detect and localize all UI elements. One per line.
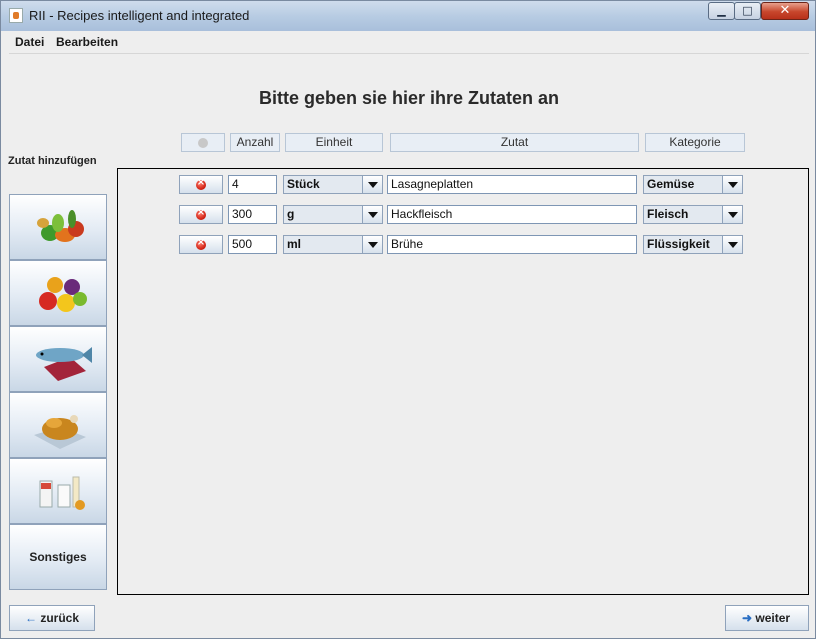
remove-row-button[interactable] bbox=[179, 175, 223, 194]
ingredient-field[interactable]: Lasagneplatten bbox=[387, 175, 637, 194]
chevron-down-icon[interactable] bbox=[722, 206, 742, 223]
category-select[interactable]: Fleisch bbox=[643, 205, 743, 224]
page-heading: Bitte geben sie hier ihre Zutaten an bbox=[258, 88, 560, 108]
category-select-value: Flüssigkeit bbox=[647, 237, 710, 251]
category-sonstiges-label: Sonstiges bbox=[29, 550, 87, 564]
category-sonstiges-button[interactable]: Sonstiges bbox=[9, 524, 107, 590]
category-select[interactable]: Gemüse bbox=[643, 175, 743, 194]
column-header-einheit: Einheit bbox=[285, 133, 383, 152]
unit-select-value: Stück bbox=[287, 177, 320, 191]
fruit-icon bbox=[39, 277, 87, 312]
quantity-field[interactable]: 500 bbox=[228, 235, 277, 254]
quantity-field[interactable]: 300 bbox=[228, 205, 277, 224]
chevron-down-icon[interactable] bbox=[362, 206, 382, 223]
next-button-label: weiter bbox=[755, 611, 791, 625]
category-fish-meat-button[interactable] bbox=[9, 326, 107, 392]
column-header-zutat: Zutat bbox=[390, 133, 639, 152]
drinks-dairy-icon bbox=[39, 476, 85, 510]
unit-select[interactable]: g bbox=[283, 205, 383, 224]
chevron-down-icon[interactable] bbox=[722, 176, 742, 193]
category-select-value: Gemüse bbox=[647, 177, 695, 191]
unit-select[interactable]: ml bbox=[283, 235, 383, 254]
remove-row-button[interactable] bbox=[179, 235, 223, 254]
category-vegetables-button[interactable] bbox=[9, 194, 107, 260]
next-button[interactable]: ➜ weiter bbox=[725, 605, 809, 631]
app-window: RII - Recipes intelligent and integrated… bbox=[0, 0, 816, 639]
minimize-button[interactable]: ▁ bbox=[708, 2, 735, 20]
ingredients-panel bbox=[117, 168, 809, 595]
category-fruit-button[interactable] bbox=[9, 260, 107, 326]
back-button[interactable]: ← zurück bbox=[9, 605, 95, 631]
unit-select[interactable]: Stück bbox=[283, 175, 383, 194]
unit-select-value: g bbox=[287, 207, 295, 221]
column-header-kategorie: Kategorie bbox=[645, 133, 745, 152]
remove-row-button[interactable] bbox=[179, 205, 223, 224]
category-select[interactable]: Flüssigkeit bbox=[643, 235, 743, 254]
quantity-field[interactable]: 4 bbox=[228, 175, 277, 194]
ingredient-field[interactable]: Brühe bbox=[387, 235, 637, 254]
title-bar: RII - Recipes intelligent and integrated… bbox=[1, 1, 815, 31]
chevron-down-icon[interactable] bbox=[362, 236, 382, 253]
back-button-label: zurück bbox=[40, 611, 80, 625]
close-button[interactable]: ✕ bbox=[761, 2, 809, 20]
unit-select-value: ml bbox=[287, 237, 302, 251]
remove-icon bbox=[196, 237, 206, 250]
category-poultry-button[interactable] bbox=[9, 392, 107, 458]
fish-meat-icon bbox=[36, 347, 92, 381]
java-app-icon bbox=[9, 8, 23, 23]
arrow-left-icon: ← bbox=[25, 611, 37, 625]
category-select-value: Fleisch bbox=[647, 207, 689, 221]
remove-icon bbox=[196, 177, 206, 190]
chevron-down-icon[interactable] bbox=[722, 236, 742, 253]
ingredient-field[interactable]: Hackfleisch bbox=[387, 205, 637, 224]
window-title: RII - Recipes intelligent and integrated bbox=[29, 8, 250, 23]
remove-icon bbox=[196, 207, 206, 220]
menu-bearbeiten[interactable]: Bearbeiten bbox=[56, 35, 118, 49]
column-header-anzahl: Anzahl bbox=[230, 133, 280, 152]
menu-datei[interactable]: Datei bbox=[15, 35, 44, 49]
arrow-right-icon: ➜ bbox=[742, 611, 753, 625]
menu-bar: Datei Bearbeiten bbox=[9, 31, 809, 54]
poultry-icon bbox=[34, 415, 86, 449]
header-select-all-button[interactable] bbox=[181, 133, 225, 152]
maximize-button[interactable]: □ bbox=[734, 2, 761, 20]
vegetables-icon bbox=[37, 210, 84, 242]
add-ingredient-label: Zutat hinzufügen bbox=[8, 155, 97, 167]
category-drinks-dairy-button[interactable] bbox=[9, 458, 107, 524]
chevron-down-icon[interactable] bbox=[362, 176, 382, 193]
